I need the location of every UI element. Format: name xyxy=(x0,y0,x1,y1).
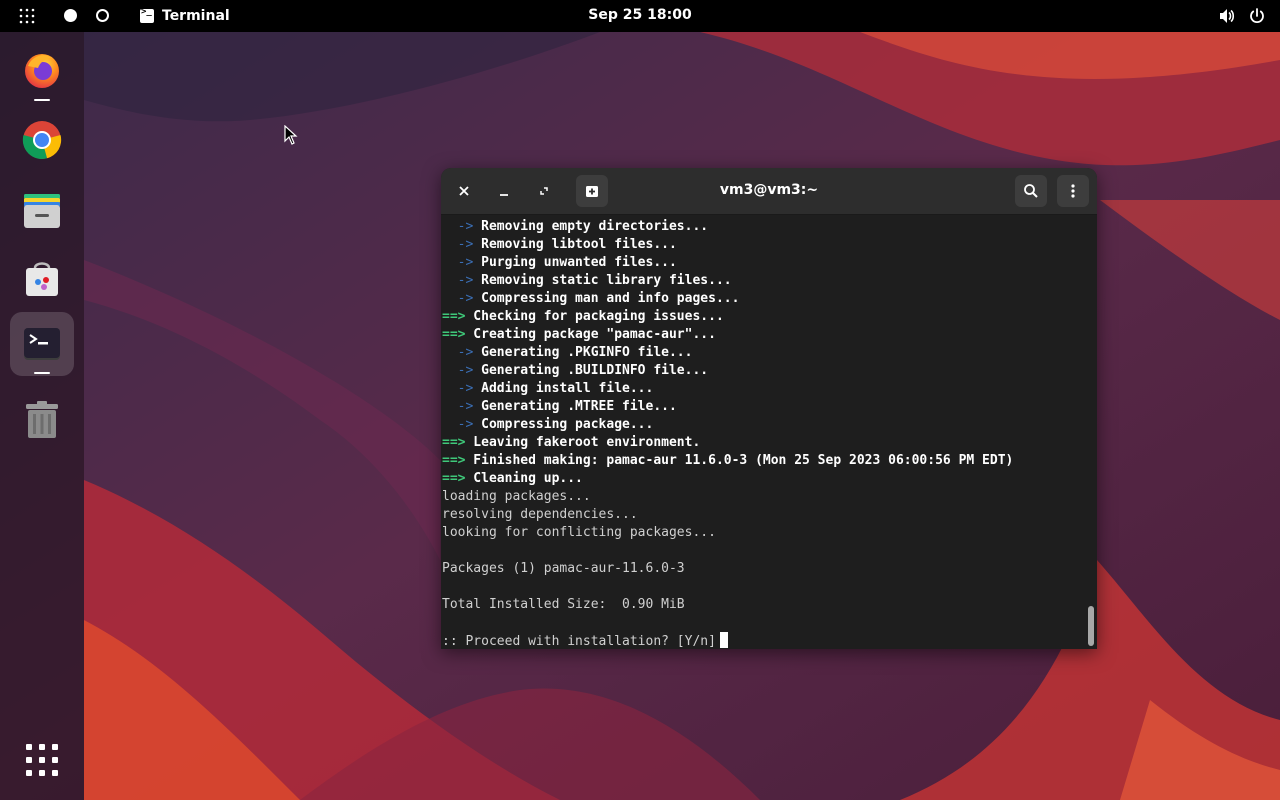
terminal-line: -> Compressing man and info pages... xyxy=(441,290,1085,308)
dock-item-software[interactable] xyxy=(10,246,74,310)
files-icon xyxy=(24,194,60,228)
terminal-line-text: Adding install file... xyxy=(473,381,654,396)
terminal-line-text: Compressing package... xyxy=(473,417,654,432)
terminal-line-text: Finished making: pamac-aur 11.6.0-3 (Mon… xyxy=(465,453,1014,468)
terminal-line-prefix: ==> xyxy=(442,453,466,468)
terminal-title: vm3@vm3:~ xyxy=(719,182,819,198)
power-icon[interactable] xyxy=(1248,7,1266,25)
terminal-line: -> Removing empty directories... xyxy=(441,218,1085,236)
terminal-line-prefix: -> xyxy=(442,381,474,396)
terminal-line-prefix: -> xyxy=(442,399,474,414)
terminal-window[interactable]: vm3@vm3:~ -> Removing empty directories.… xyxy=(441,168,1097,649)
top-bar: Terminal Sep 25 18:00 xyxy=(0,0,1280,32)
terminal-line-prefix: -> xyxy=(442,363,474,378)
terminal-line: ==> Checking for packaging issues... xyxy=(441,308,1085,326)
terminal-line: -> Generating .PKGINFO file... xyxy=(441,344,1085,362)
terminal-prompt-line[interactable]: :: Proceed with installation? [Y/n] xyxy=(441,632,1085,649)
running-indicator xyxy=(34,372,50,374)
terminal-prompt-text: :: Proceed with installation? [Y/n] xyxy=(442,634,716,649)
clock[interactable]: Sep 25 18:00 xyxy=(0,7,1280,23)
terminal-line-text: Purging unwanted files... xyxy=(473,255,677,270)
terminal-line-text: Cleaning up... xyxy=(465,471,583,486)
terminal-line-text: Packages (1) pamac-aur-11.6.0-3 xyxy=(442,561,685,576)
terminal-line: resolving dependencies... xyxy=(441,506,1085,524)
terminal-line-prefix: -> xyxy=(442,255,474,270)
text-cursor xyxy=(719,632,728,648)
terminal-line-prefix: ==> xyxy=(442,435,466,450)
terminal-line-text: loading packages... xyxy=(442,489,591,504)
terminal-line-text: Total Installed Size: 0.90 MiB xyxy=(442,597,685,612)
terminal-line-prefix: -> xyxy=(442,273,474,288)
dock-item-files[interactable] xyxy=(10,178,74,242)
terminal-line: -> Compressing package... xyxy=(441,416,1085,434)
terminal-line: -> Removing libtool files... xyxy=(441,236,1085,254)
terminal-line: -> Purging unwanted files... xyxy=(441,254,1085,272)
chrome-icon xyxy=(22,121,62,160)
terminal-line-text: Removing static library files... xyxy=(473,273,732,288)
terminal-line: ==> Cleaning up... xyxy=(441,470,1085,488)
terminal-line: -> Adding install file... xyxy=(441,380,1085,398)
trash-icon xyxy=(26,401,58,438)
dock-item-firefox[interactable] xyxy=(10,38,74,102)
terminal-line-text: Removing libtool files... xyxy=(473,237,677,252)
terminal-line: ==> Creating package "pamac-aur"... xyxy=(441,326,1085,344)
terminal-output[interactable]: -> Removing empty directories... -> Remo… xyxy=(441,215,1085,649)
search-button[interactable] xyxy=(1015,175,1047,207)
firefox-icon xyxy=(25,54,59,88)
terminal-line-prefix: -> xyxy=(442,345,474,360)
terminal-line: loading packages... xyxy=(441,488,1085,506)
dock-item-trash[interactable] xyxy=(10,388,74,452)
terminal-line-text: Checking for packaging issues... xyxy=(465,309,724,324)
terminal-line-prefix: -> xyxy=(442,417,474,432)
terminal-line-prefix: ==> xyxy=(442,309,466,324)
terminal-line-text: Leaving fakeroot environment. xyxy=(465,435,701,450)
volume-icon[interactable] xyxy=(1218,7,1236,25)
terminal-line-text: Generating .BUILDINFO file... xyxy=(473,363,709,378)
terminal-line-prefix: ==> xyxy=(442,471,466,486)
terminal-line-prefix: -> xyxy=(442,219,474,234)
terminal-line-text: looking for conflicting packages... xyxy=(442,525,716,540)
terminal-line: -> Removing static library files... xyxy=(441,272,1085,290)
dock-item-terminal[interactable] xyxy=(10,312,74,376)
dock-item-chrome[interactable] xyxy=(10,108,74,172)
terminal-line: Packages (1) pamac-aur-11.6.0-3 xyxy=(441,560,1085,578)
terminal-line: ==> Leaving fakeroot environment. xyxy=(441,434,1085,452)
menu-button[interactable] xyxy=(1057,175,1089,207)
terminal-line-text: Generating .MTREE file... xyxy=(473,399,677,414)
terminal-line-text: Compressing man and info pages... xyxy=(473,291,740,306)
mouse-pointer-icon xyxy=(284,125,298,145)
terminal-line-prefix: ==> xyxy=(442,327,466,342)
dock xyxy=(0,32,84,800)
search-icon xyxy=(1024,184,1038,198)
terminal-line-prefix: -> xyxy=(442,291,474,306)
terminal-line: ==> Finished making: pamac-aur 11.6.0-3 … xyxy=(441,452,1085,470)
terminal-line-text: Creating package "pamac-aur"... xyxy=(465,327,716,342)
apps-grid-icon[interactable] xyxy=(26,744,58,776)
running-indicator xyxy=(34,99,50,101)
terminal-line-prefix: -> xyxy=(442,237,474,252)
terminal-scrollbar[interactable] xyxy=(1088,606,1094,646)
terminal-line: -> Generating .MTREE file... xyxy=(441,398,1085,416)
terminal-header-bar[interactable]: vm3@vm3:~ xyxy=(441,168,1097,215)
kebab-menu-icon xyxy=(1071,184,1075,198)
terminal-line-text: Generating .PKGINFO file... xyxy=(473,345,693,360)
software-store-icon xyxy=(26,262,58,296)
terminal-line-text: resolving dependencies... xyxy=(442,507,638,522)
terminal-icon xyxy=(24,328,60,360)
terminal-line-text: Removing empty directories... xyxy=(473,219,709,234)
terminal-line: looking for conflicting packages... xyxy=(441,524,1085,542)
terminal-line: -> Generating .BUILDINFO file... xyxy=(441,362,1085,380)
terminal-line: Total Installed Size: 0.90 MiB xyxy=(441,596,1085,614)
